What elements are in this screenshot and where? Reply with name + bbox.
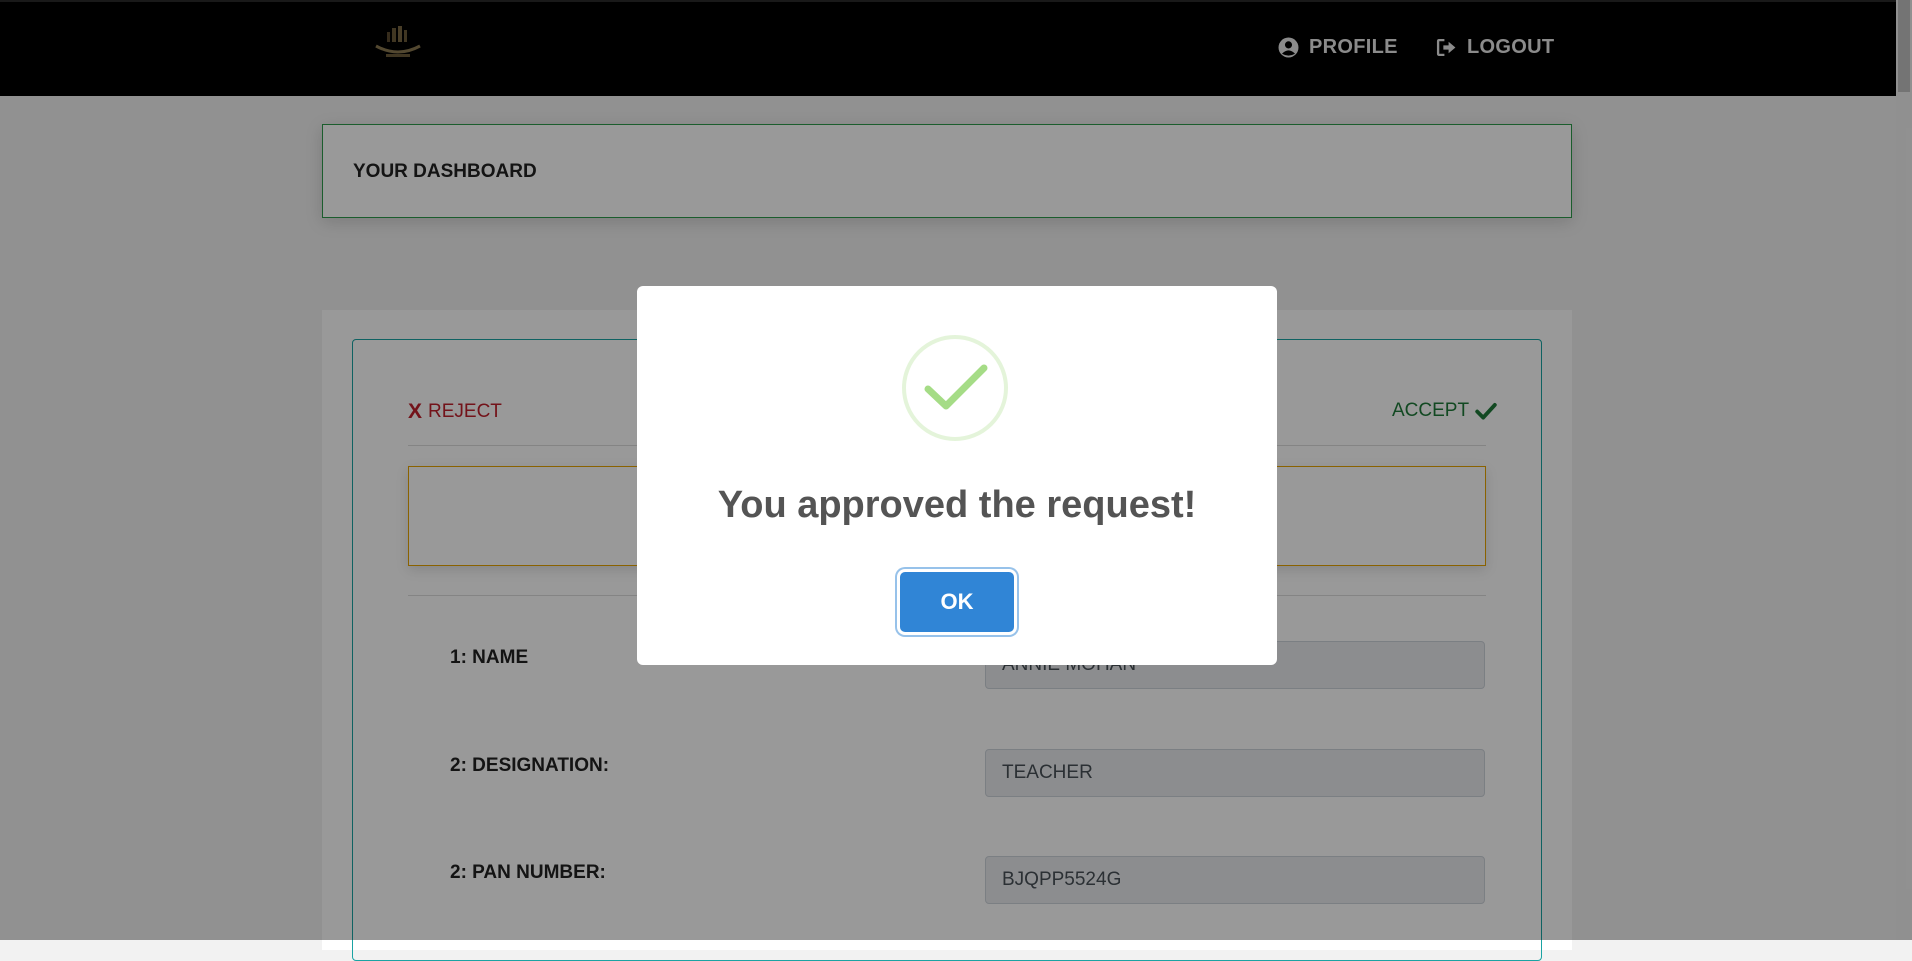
dialog-title: You approved the request! xyxy=(717,484,1197,526)
success-dialog: You approved the request! OK xyxy=(637,286,1277,665)
success-check-icon xyxy=(902,335,1008,441)
ok-button[interactable]: OK xyxy=(900,572,1014,632)
